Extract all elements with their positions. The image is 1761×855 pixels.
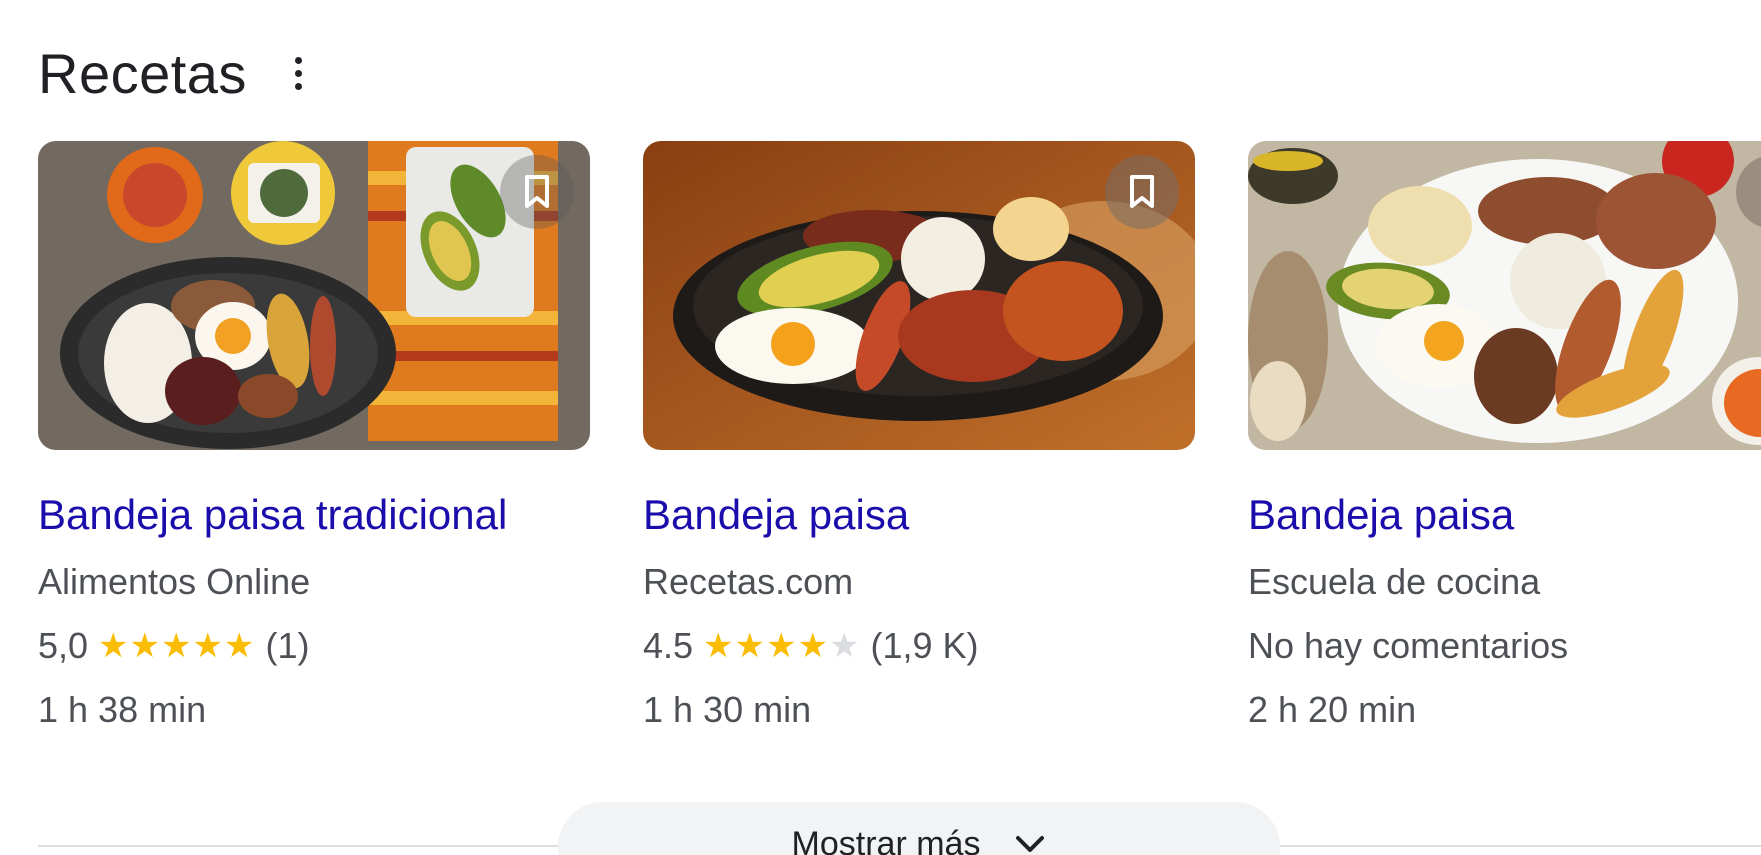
rating-count: (1) [265, 625, 310, 666]
bookmark-icon [525, 175, 549, 208]
recipe-time: 1 h 38 min [38, 689, 207, 730]
star-icon: ★ [98, 627, 130, 665]
star-icon: ★ [734, 627, 767, 665]
recipe-thumbnail[interactable] [1248, 141, 1761, 450]
recipe-card[interactable]: Bandeja paisa tradicional Alimentos Onli… [38, 141, 590, 732]
no-reviews-text: No hay comentarios [1248, 625, 1569, 666]
rating-stars: ★★★★★ [703, 624, 860, 668]
recipe-carousel: Bandeja paisa tradicional Alimentos Onli… [38, 141, 1761, 761]
recipe-thumbnail[interactable] [38, 141, 590, 450]
recipe-title[interactable]: Bandeja paisa [643, 490, 1195, 540]
star-icon: ★ [703, 627, 735, 665]
rating-stars: ★★★★★ [98, 624, 255, 668]
star-icon: ★ [129, 627, 162, 665]
recipe-title[interactable]: Bandeja paisa [1248, 490, 1761, 540]
star-icon: ★ [828, 627, 861, 665]
chevron-down-icon [1016, 836, 1045, 852]
recipe-card[interactable]: Bandeja paisa Recetas.com 4.5 ★★★★★ (1,9… [643, 141, 1195, 732]
recipe-time: 1 h 30 min [643, 689, 812, 730]
recipe-rating: 4.5 ★★★★★ (1,9 K) [643, 624, 1195, 668]
divider [38, 845, 558, 847]
star-icon: ★ [192, 627, 224, 665]
star-icon: ★ [223, 627, 256, 665]
recipe-card[interactable]: Bandeja paisa Escuela de cocina No hay c… [1248, 141, 1761, 732]
more-vert-icon[interactable] [287, 48, 311, 98]
recipe-title[interactable]: Bandeja paisa tradicional [38, 490, 590, 540]
recipe-rating: 5,0 ★★★★★ (1) [38, 624, 590, 668]
recipes-panel: Recetas Bandeja paisa tradicional Alimen… [0, 0, 1761, 855]
rating-value: 4.5 [643, 625, 694, 666]
star-icon: ★ [161, 627, 193, 665]
bookmark-button[interactable] [1105, 155, 1179, 229]
bookmark-icon [1130, 175, 1154, 208]
star-icon: ★ [797, 627, 829, 665]
recipe-source: Alimentos Online [38, 561, 311, 602]
recipe-source: Recetas.com [643, 561, 854, 602]
show-more-button[interactable]: Mostrar más [558, 802, 1280, 855]
rating-value: 5,0 [38, 625, 89, 666]
recipe-source: Escuela de cocina [1248, 561, 1541, 602]
show-more-label: Mostrar más [791, 825, 981, 855]
recipe-time: 2 h 20 min [1248, 689, 1417, 730]
rating-count: (1,9 K) [870, 625, 979, 666]
bookmark-button[interactable] [500, 155, 574, 229]
star-icon: ★ [766, 627, 798, 665]
recipe-thumbnail[interactable] [643, 141, 1195, 450]
recipes-header: Recetas [38, 38, 311, 108]
section-title: Recetas [38, 41, 247, 105]
divider [1280, 845, 1761, 847]
